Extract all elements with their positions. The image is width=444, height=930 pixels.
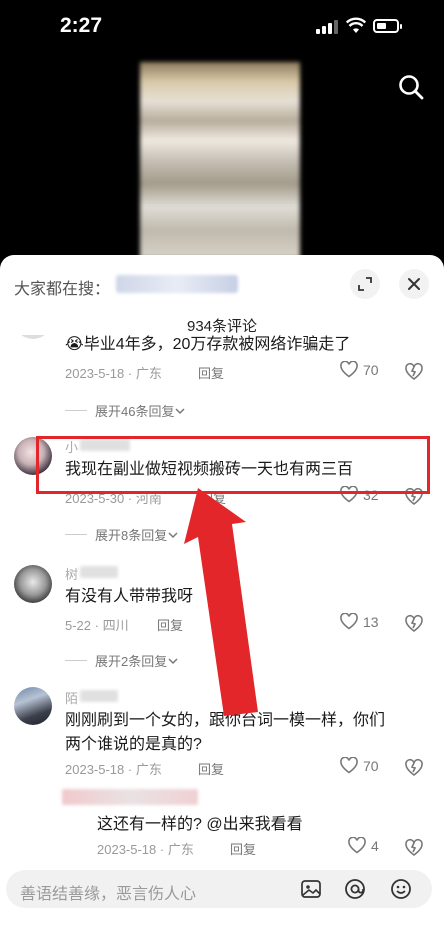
image-icon[interactable] xyxy=(300,878,322,900)
at-icon[interactable] xyxy=(344,878,366,900)
annotation-arrow xyxy=(184,488,258,716)
comment-input[interactable]: 善语结善缘，恶言伤人心 xyxy=(6,870,432,908)
comment-input-bar: 善语结善缘，恶言伤人心 xyxy=(0,858,444,930)
emoji-icon[interactable] xyxy=(390,878,412,900)
input-placeholder: 善语结善缘，恶言伤人心 xyxy=(20,886,197,903)
